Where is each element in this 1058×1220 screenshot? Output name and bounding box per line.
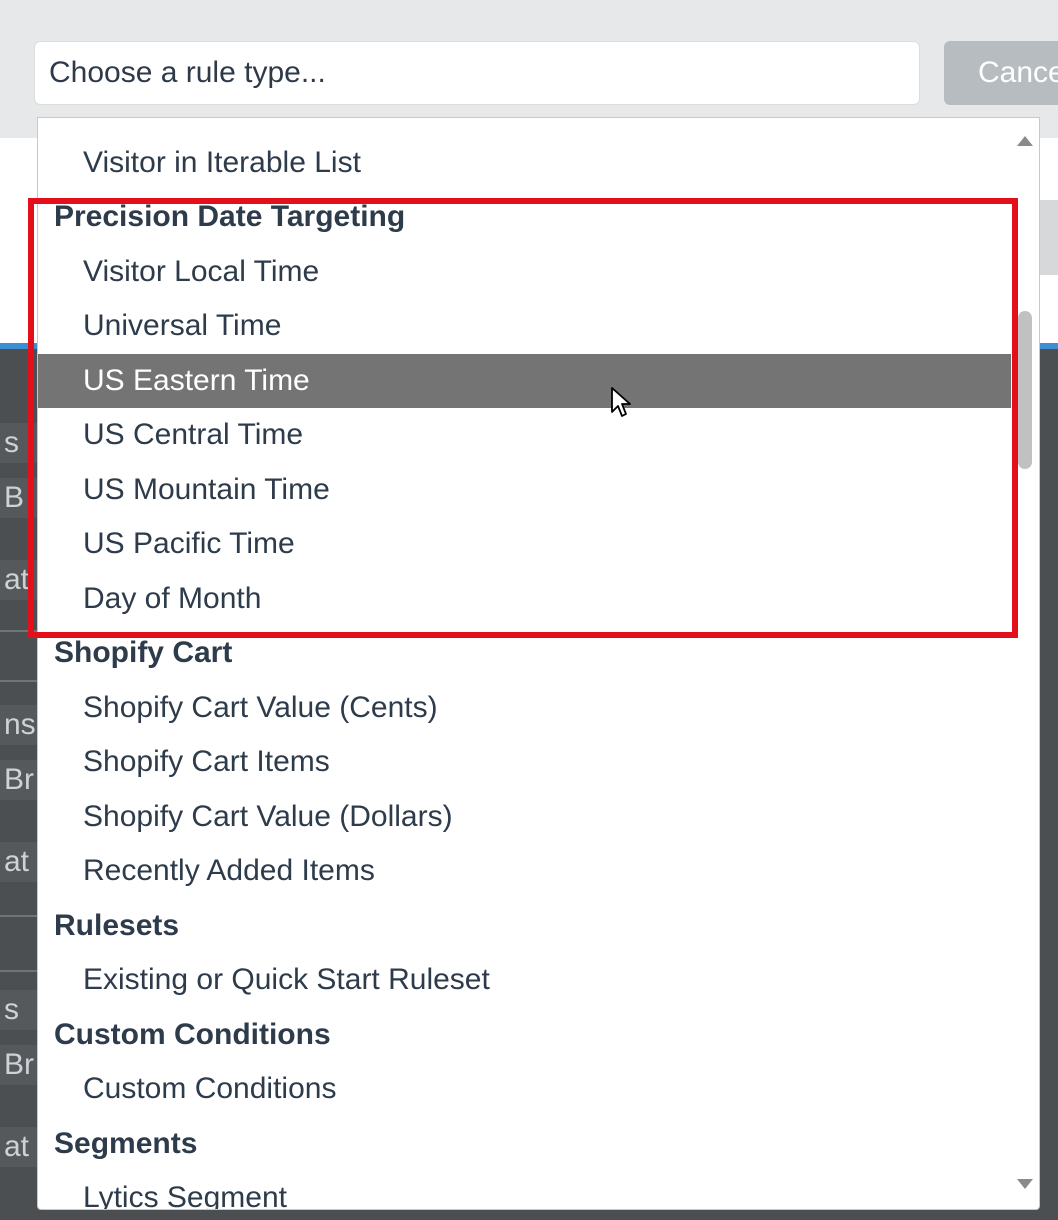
scrollbar-thumb[interactable] (1018, 311, 1032, 469)
dropdown-option[interactable]: Day of Month (38, 572, 1013, 627)
dropdown-option[interactable]: Visitor in Iterable List (38, 136, 1013, 191)
scroll-up-arrow-icon[interactable] (1017, 136, 1033, 146)
dropdown-option[interactable]: Lytics Segment (38, 1171, 1013, 1209)
option-group-header: Rulesets (54, 908, 180, 942)
dropdown-option[interactable]: Universal Time (38, 299, 1013, 354)
dropdown-option[interactable]: Recently Added Items (38, 844, 1013, 899)
dropdown-option[interactable]: US Pacific Time (38, 517, 1013, 572)
scroll-down-arrow-icon[interactable] (1017, 1179, 1033, 1189)
dropdown-option[interactable]: Visitor Local Time (38, 245, 1013, 300)
dropdown-option[interactable]: Existing or Quick Start Ruleset (38, 953, 1013, 1008)
background-divider (0, 915, 40, 917)
background-divider (0, 970, 40, 972)
option-group-header: Precision Date Targeting (54, 200, 406, 233)
dropdown-option[interactable]: US Eastern Time (38, 353, 1013, 408)
rule-type-input[interactable] (34, 41, 920, 105)
mouse-cursor-icon (611, 387, 631, 417)
background-divider (0, 630, 40, 632)
dropdown-option[interactable]: Shopify Cart Value (Cents) (38, 681, 1013, 736)
dropdown-option[interactable]: US Central Time (38, 408, 1013, 463)
background-divider (0, 680, 40, 682)
dropdown-option[interactable]: Visitor Known to Iterable (38, 118, 1013, 136)
dropdown-option[interactable]: Custom Conditions (38, 1062, 1013, 1117)
dropdown-option[interactable]: Shopify Cart Items (38, 735, 1013, 790)
option-group-header: Shopify Cart (54, 636, 233, 669)
option-list: Visitor Known to IterableVisitor in Iter… (38, 118, 1013, 1209)
rule-type-dropdown[interactable]: Visitor Known to IterableVisitor in Iter… (37, 117, 1040, 1210)
dropdown-option[interactable]: Shopify Cart Value (Dollars) (38, 790, 1013, 845)
dropdown-option[interactable]: US Mountain Time (38, 463, 1013, 518)
option-group-header: Custom Conditions (54, 1017, 331, 1051)
cancel-button[interactable]: Cancel (944, 41, 1058, 105)
option-group-header: Segments (54, 1126, 198, 1160)
dropdown-scrollbar[interactable] (1011, 118, 1039, 1209)
